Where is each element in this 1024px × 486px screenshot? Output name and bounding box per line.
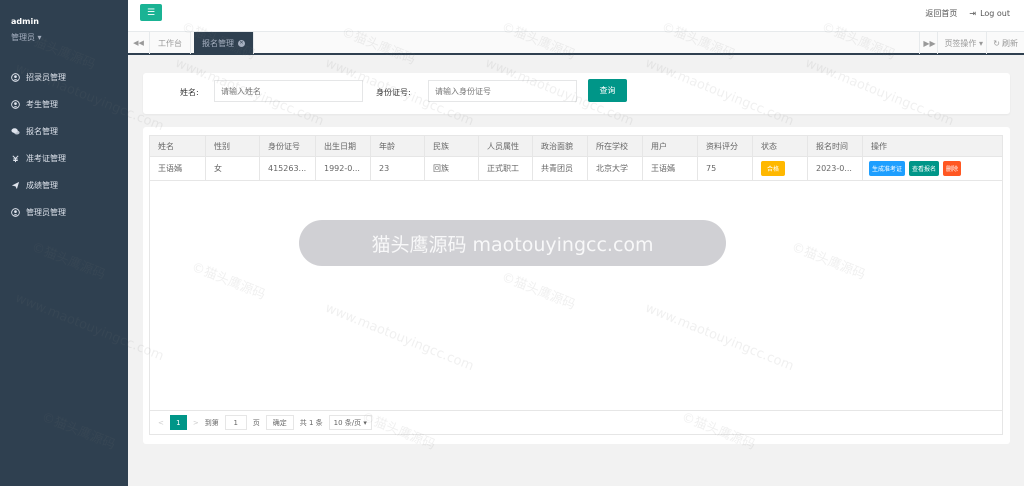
tab-dashboard[interactable]: 工作台 bbox=[150, 32, 191, 54]
col-header[interactable]: 政治面貌 bbox=[533, 136, 588, 156]
sidebar-item-registration[interactable]: 报名管理 bbox=[0, 118, 128, 145]
cell-personnel-type: 正式职工 bbox=[479, 157, 533, 180]
tabs-bar: ◀◀ 工作台 报名管理 ✕ ▶▶ 页签操作 ▾ ↻ 刷新 bbox=[128, 31, 1024, 55]
prev-page-button[interactable]: < bbox=[158, 419, 164, 427]
top-links: 返回首页 ⇥ Log out bbox=[925, 8, 1010, 19]
per-page-select[interactable]: 10 条/页 ▾ bbox=[328, 415, 372, 430]
comments-icon bbox=[11, 127, 20, 136]
cell-id-number: 415263... bbox=[260, 157, 316, 180]
sidebar-item-admission-ticket[interactable]: 准考证管理 bbox=[0, 145, 128, 172]
hamburger-icon: ☰ bbox=[146, 7, 156, 18]
page-ops-label: 页签操作 ▾ bbox=[944, 38, 983, 48]
col-header[interactable]: 姓名 bbox=[150, 136, 206, 156]
sidebar-item-label: 成绩管理 bbox=[26, 181, 58, 190]
table-header: 姓名 性别 身份证号 出生日期 年龄 民族 人员属性 政治面貌 所在学校 用户 … bbox=[150, 136, 1002, 157]
sign-out-icon: ⇥ bbox=[969, 9, 977, 18]
col-header[interactable]: 性别 bbox=[206, 136, 260, 156]
cell-status: 合格 bbox=[753, 157, 808, 180]
col-header[interactable]: 报名时间 bbox=[808, 136, 863, 156]
col-header[interactable]: 民族 bbox=[425, 136, 479, 156]
data-table: 姓名 性别 身份证号 出生日期 年龄 民族 人员属性 政治面貌 所在学校 用户 … bbox=[149, 135, 1003, 435]
sidebar-item-scores[interactable]: 成绩管理 bbox=[0, 172, 128, 199]
send-icon bbox=[11, 181, 20, 190]
col-header[interactable]: 所在学校 bbox=[588, 136, 643, 156]
cell-name: 王语嫣 bbox=[150, 157, 206, 180]
tab-registration[interactable]: 报名管理 ✕ bbox=[194, 32, 254, 54]
cell-school: 北京大学 bbox=[588, 157, 643, 180]
pagination: < 1 > 到第 1 页 确定 共 1 条 10 条/页 ▾ bbox=[150, 410, 1002, 434]
top-bar: ☰ 返回首页 ⇥ Log out bbox=[128, 0, 1024, 31]
goto-page-input[interactable]: 1 bbox=[224, 415, 247, 430]
table-row: 王语嫣 女 415263... 1992-0... 23 回族 正式职工 共青团… bbox=[150, 157, 1002, 181]
search-button[interactable]: 查询 bbox=[588, 79, 627, 102]
sidebar-item-label: 报名管理 bbox=[26, 127, 58, 136]
cell-registration-time: 2023-0... bbox=[808, 157, 863, 180]
col-header[interactable]: 人员属性 bbox=[479, 136, 533, 156]
menu-toggle-button[interactable]: ☰ bbox=[140, 4, 162, 21]
home-link[interactable]: 返回首页 bbox=[925, 8, 957, 19]
sidebar-item-label: 考生管理 bbox=[26, 100, 58, 109]
sidebar-item-admins[interactable]: 管理员管理 bbox=[0, 199, 128, 226]
goto-label: 到第 bbox=[204, 418, 219, 427]
sidebar: admin 管理员 ▾ 招录员管理 考生管理 报名管理 准考证管理 成绩管理 管… bbox=[0, 0, 128, 486]
cell-age: 23 bbox=[371, 157, 425, 180]
double-left-icon: ◀◀ bbox=[133, 39, 144, 47]
user-circle-icon bbox=[11, 208, 20, 217]
delete-button[interactable]: 删除 bbox=[943, 161, 962, 176]
refresh-label: 刷新 bbox=[1002, 38, 1018, 48]
tabs-scroll-right-button[interactable]: ▶▶ bbox=[919, 32, 939, 54]
status-badge: 合格 bbox=[761, 161, 786, 176]
sidebar-item-label: 管理员管理 bbox=[26, 208, 66, 217]
user-circle-icon bbox=[11, 100, 20, 109]
cell-user: 王语嫣 bbox=[643, 157, 698, 180]
col-header[interactable]: 出生日期 bbox=[316, 136, 371, 156]
user-circle-icon bbox=[11, 73, 20, 82]
cell-actions: 生成准考证 查看报名 删除 bbox=[863, 157, 999, 180]
sidebar-item-label: 准考证管理 bbox=[26, 154, 66, 163]
cell-birth-date: 1992-0... bbox=[316, 157, 371, 180]
next-page-button[interactable]: > bbox=[193, 419, 199, 427]
cell-score: 75 bbox=[698, 157, 753, 180]
col-header[interactable]: 年龄 bbox=[371, 136, 425, 156]
cell-political-status: 共青团员 bbox=[533, 157, 588, 180]
tabs-scroll-left-button[interactable]: ◀◀ bbox=[128, 32, 150, 54]
view-registration-button[interactable]: 查看报名 bbox=[909, 161, 940, 176]
cell-gender: 女 bbox=[206, 157, 260, 180]
money-icon bbox=[11, 154, 20, 163]
close-icon[interactable]: ✕ bbox=[238, 39, 245, 47]
user-role-dropdown[interactable]: 管理员 ▾ bbox=[11, 32, 117, 43]
sidebar-item-label: 招录员管理 bbox=[26, 73, 66, 82]
double-right-icon: ▶▶ bbox=[923, 38, 936, 48]
logout-link[interactable]: ⇥ Log out bbox=[969, 8, 1010, 19]
col-header[interactable]: 状态 bbox=[753, 136, 808, 156]
sidebar-nav: 招录员管理 考生管理 报名管理 准考证管理 成绩管理 管理员管理 bbox=[0, 64, 128, 226]
generate-ticket-button[interactable]: 生成准考证 bbox=[869, 161, 906, 176]
col-header[interactable]: 操作 bbox=[863, 136, 999, 156]
col-header[interactable]: 用户 bbox=[643, 136, 698, 156]
col-header[interactable]: 资料评分 bbox=[698, 136, 753, 156]
sidebar-item-recruiter[interactable]: 招录员管理 bbox=[0, 64, 128, 91]
tab-label: 报名管理 bbox=[202, 38, 234, 48]
goto-confirm-button[interactable]: 确定 bbox=[265, 415, 294, 430]
name-input[interactable] bbox=[214, 80, 363, 102]
page-ops-dropdown[interactable]: 页签操作 ▾ bbox=[937, 32, 989, 54]
tab-label: 工作台 bbox=[158, 38, 182, 48]
cell-ethnicity: 回族 bbox=[425, 157, 479, 180]
user-block: admin 管理员 ▾ bbox=[0, 0, 128, 58]
logout-label: Log out bbox=[980, 9, 1010, 18]
watermark-banner: 猫头鹰源码 maotouyingcc.com bbox=[299, 220, 726, 266]
id-input[interactable] bbox=[428, 80, 577, 102]
search-card: 姓名: 身份证号: 查询 bbox=[143, 73, 1010, 114]
refresh-button[interactable]: ↻ 刷新 bbox=[986, 32, 1024, 54]
total-count: 共 1 条 bbox=[299, 418, 323, 427]
page-1-button[interactable]: 1 bbox=[169, 415, 187, 430]
id-label: 身份证号: bbox=[376, 88, 411, 97]
col-header[interactable]: 身份证号 bbox=[260, 136, 316, 156]
refresh-icon: ↻ bbox=[993, 38, 1000, 48]
table-card: 姓名 性别 身份证号 出生日期 年龄 民族 人员属性 政治面貌 所在学校 用户 … bbox=[143, 127, 1010, 444]
user-name: admin bbox=[11, 17, 39, 26]
sidebar-item-candidate[interactable]: 考生管理 bbox=[0, 91, 128, 118]
name-label: 姓名: bbox=[180, 88, 199, 97]
page-unit-label: 页 bbox=[252, 418, 260, 427]
